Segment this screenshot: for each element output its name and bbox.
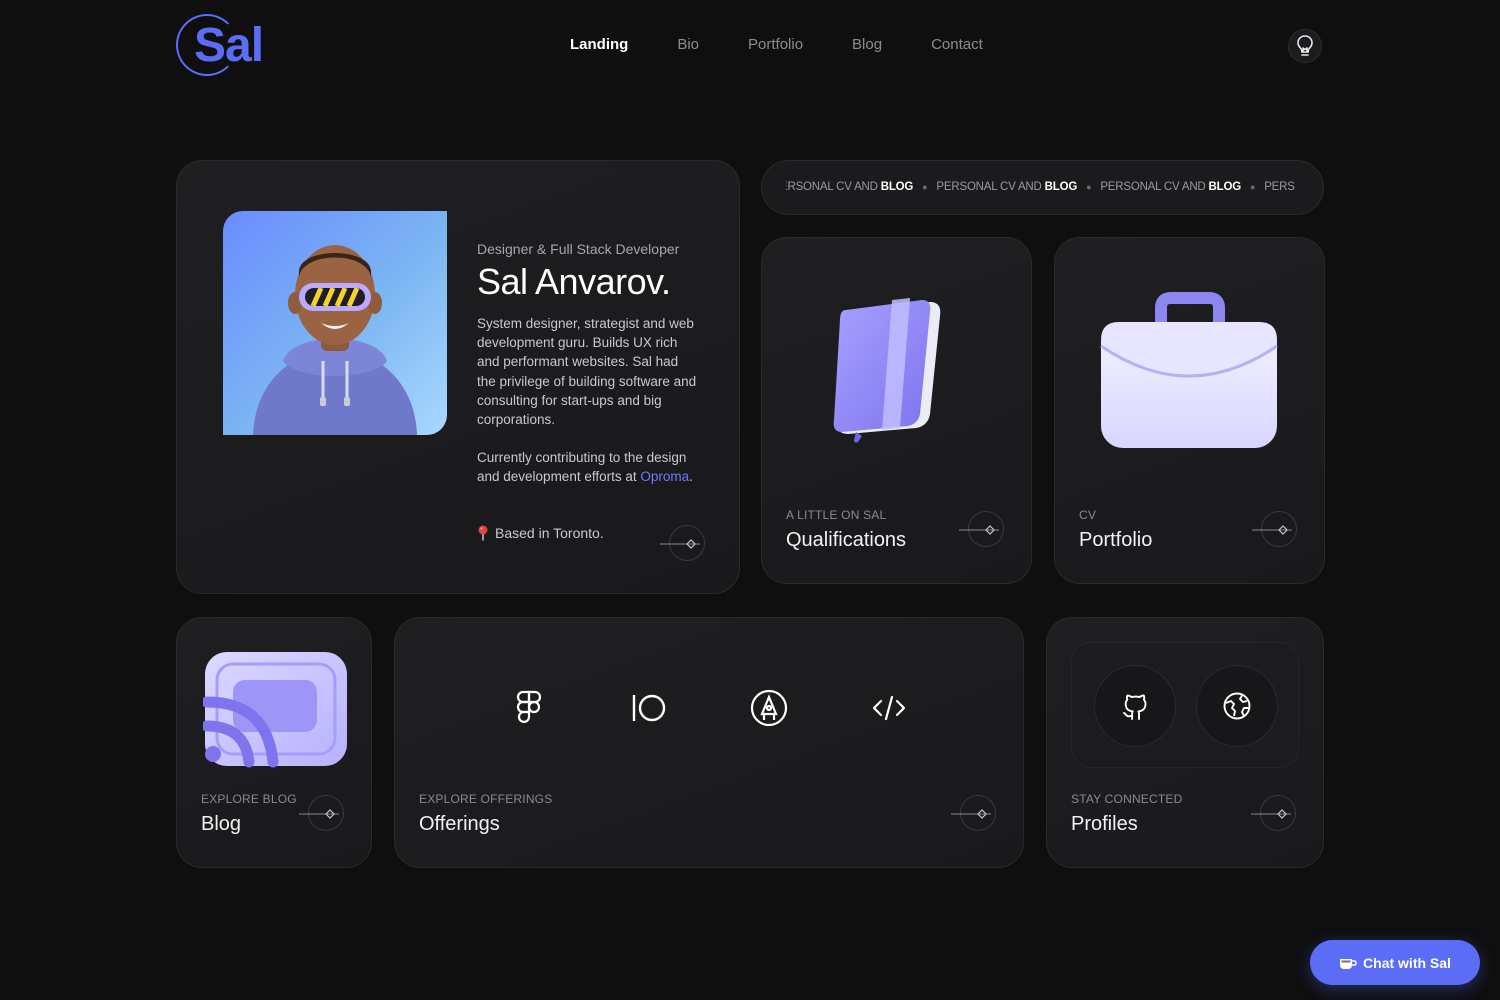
feed-icon	[203, 652, 347, 768]
github-button[interactable]	[1094, 665, 1176, 747]
marquee-track: ERSONAL CV AND BLOG ● PERSONAL CV AND BLOG…	[786, 181, 1295, 193]
logo-text: Sal	[194, 19, 264, 72]
nav-blog[interactable]: Blog	[852, 36, 882, 53]
qualifications-arrow-button[interactable]	[959, 511, 1004, 547]
marquee-item-text: ERSONAL CV AND	[786, 181, 881, 193]
qualifications-label: A LITTLE ON SAL	[786, 508, 887, 522]
website-button[interactable]	[1196, 665, 1278, 747]
briefcase-icon	[1100, 292, 1278, 448]
offerings-arrow-button[interactable]	[951, 795, 996, 831]
bio-contributing-suffix: .	[689, 469, 693, 484]
arrow-right-icon	[1251, 809, 1291, 819]
main-nav: Landing Bio Portfolio Blog Contact	[570, 36, 1032, 53]
offerings-title: Offerings	[419, 813, 500, 835]
portfolio-arrow-button[interactable]	[1252, 511, 1297, 547]
profiles-icons-panel	[1071, 642, 1299, 768]
marquee-item-bold: BLOG	[1044, 181, 1078, 193]
arrow-right-icon	[299, 809, 339, 819]
profiles-title: Profiles	[1071, 813, 1138, 835]
logo[interactable]: Sal	[176, 14, 266, 78]
marquee-dot-icon: ●	[922, 182, 928, 192]
offerings-card[interactable]: EXPLORE OFFERINGS Offerings	[394, 617, 1024, 868]
chat-button[interactable]: Chat with Sal	[1310, 940, 1480, 985]
io-icon	[629, 688, 669, 728]
marquee-item-bold: BLOG	[880, 181, 914, 193]
qualifications-title: Qualifications	[786, 529, 907, 551]
book-icon	[833, 298, 941, 443]
portfolio-card[interactable]: CV Portfolio	[1054, 237, 1325, 584]
marquee-dot-icon: ●	[1086, 182, 1092, 192]
lightbulb-icon	[1297, 35, 1313, 56]
pin-icon	[478, 525, 488, 541]
bio-role: Designer & Full Stack Developer	[477, 241, 680, 257]
marquee-item-bold: BLOG	[1208, 181, 1242, 193]
pen-tool-icon	[749, 688, 789, 728]
profiles-card[interactable]: STAY CONNECTED Profiles	[1046, 617, 1324, 868]
offerings-label: EXPLORE OFFERINGS	[419, 792, 553, 806]
avatar-illustration	[253, 245, 417, 435]
marquee-viewport: ERSONAL CV AND BLOG ● PERSONAL CV AND BLOG…	[786, 161, 1299, 214]
portfolio-title: Portfolio	[1079, 529, 1153, 551]
globe-icon	[1223, 692, 1251, 720]
blog-card[interactable]: EXPLORE BLOG Blog	[176, 617, 372, 868]
nav-portfolio[interactable]: Portfolio	[748, 36, 803, 53]
profiles-arrow-button[interactable]	[1251, 795, 1296, 831]
bio-description: System designer, strategist and web deve…	[477, 316, 697, 428]
bio-contributing: Currently contributing to the design and…	[477, 448, 699, 486]
marquee-dot-icon: ●	[1249, 182, 1256, 192]
nav-bio[interactable]: Bio	[677, 36, 699, 53]
figma-icon	[509, 688, 549, 728]
marquee-item-text: PERSONAL CV AND	[936, 181, 1045, 193]
bio-name: Sal Anvarov.	[477, 261, 671, 302]
marquee-banner: ERSONAL CV AND BLOG ● PERSONAL CV AND BLOG…	[761, 160, 1324, 215]
github-icon	[1123, 694, 1147, 720]
blog-arrow-button[interactable]	[299, 795, 344, 831]
chat-button-label: Chat with Sal	[1363, 954, 1451, 971]
arrow-right-icon	[1252, 525, 1292, 535]
portfolio-label: CV	[1079, 508, 1097, 522]
bio-arrow-button[interactable]	[660, 525, 705, 561]
marquee-item-text: PERS	[1264, 181, 1295, 193]
marquee-item-text: PERSONAL CV AND	[1100, 181, 1209, 193]
arrow-right-icon	[951, 809, 991, 819]
oproma-link[interactable]: Oproma	[640, 469, 689, 484]
nav-landing[interactable]: Landing	[570, 36, 628, 53]
blog-label: EXPLORE BLOG	[201, 792, 297, 806]
arrow-right-icon	[959, 525, 999, 535]
arrow-right-icon	[660, 539, 700, 549]
profiles-label: STAY CONNECTED	[1071, 792, 1183, 806]
qualifications-card[interactable]: A LITTLE ON SAL Qualifications	[761, 237, 1032, 584]
coffee-icon	[1340, 958, 1357, 969]
nav-contact[interactable]: Contact	[931, 36, 983, 53]
bio-location: Based in Toronto.	[477, 525, 604, 541]
theme-toggle-button[interactable]	[1288, 29, 1322, 63]
avatar	[223, 211, 447, 435]
bio-location-text: Based in Toronto.	[495, 525, 604, 541]
code-icon	[869, 688, 909, 728]
bio-card[interactable]: Designer & Full Stack Developer Sal Anva…	[176, 160, 740, 594]
blog-title: Blog	[201, 813, 242, 835]
